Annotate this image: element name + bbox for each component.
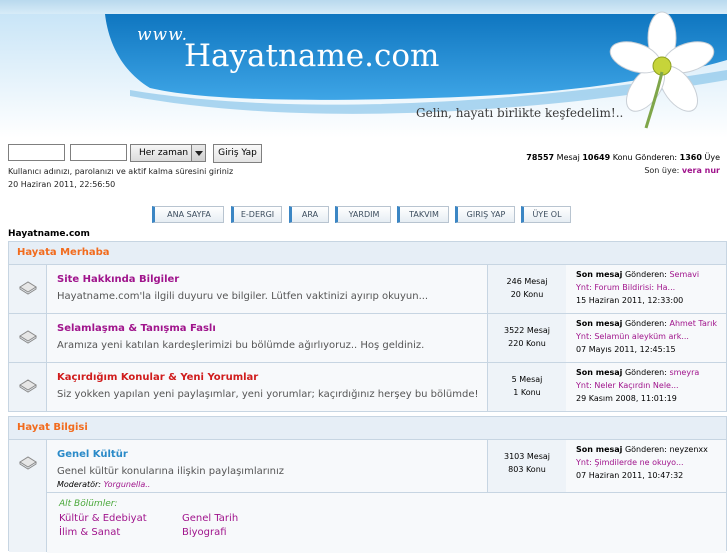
login-button[interactable]: Giriş Yap (213, 144, 262, 163)
last-post-topic-link[interactable]: Ynt: Forum Bildirisi: Ha... (576, 283, 675, 292)
chevron-down-icon[interactable] (191, 145, 205, 161)
newest-member: Son üye: vera nur (644, 166, 720, 175)
board-icon (19, 330, 37, 344)
forum-stats: 78557 Mesaj 10649 Konu Gönderen: 1360 Üy… (526, 153, 720, 162)
post-count: 5 Mesaj (511, 375, 543, 384)
breadcrumb[interactable]: Hayatname.com (8, 229, 90, 239)
category-hayat-bilgisi: Hayat Bilgisi Genel Kültür Genel kültür … (8, 416, 727, 553)
last-post-time: 15 Haziran 2011, 12:33:00 (576, 296, 684, 305)
category-hayata-merhaba: Hayata Merhaba Site Hakkında Bilgiler Ha… (8, 241, 727, 412)
subboards: Alt Bölümler: Kültür & Edebiyat Genel Ta… (47, 492, 726, 553)
stat-topics: 10649 (582, 153, 611, 162)
last-post-author-link[interactable]: Semavi (669, 270, 699, 279)
topic-count: 803 Konu (508, 465, 546, 474)
last-post-sender-label: Gönderen: (624, 270, 667, 279)
stat-topics-label: Konu Gönderen: (612, 153, 678, 162)
nav-register[interactable]: ÜYE OL (521, 206, 571, 223)
category-title[interactable]: Hayata Merhaba (9, 242, 726, 265)
forum-row: Kaçırdığım Konular & Yeni Yorumlar Siz y… (9, 363, 726, 411)
topic-count: 1 Konu (513, 388, 541, 397)
last-post-author-link[interactable]: neyzenxx (669, 445, 707, 454)
nav-login[interactable]: GIRIŞ YAP (455, 206, 515, 223)
last-post-topic-link[interactable]: Ynt: Neler Kaçırdın Nele... (576, 381, 679, 390)
site-header: www. Hayatname.com Gelin, hayatı birlikt… (0, 0, 727, 138)
forum-title-link[interactable]: Genel Kültür (57, 449, 128, 460)
newest-member-label: Son üye: (644, 166, 680, 175)
forum-title-link[interactable]: Kaçırdığım Konular & Yeni Yorumlar (57, 372, 258, 383)
last-post-label: Son mesaj (576, 319, 623, 328)
stat-members: 1360 (679, 153, 702, 162)
last-post-sender-label: Gönderen: (624, 368, 667, 377)
nav-calendar[interactable]: TAKVIM (397, 206, 449, 223)
subboard-link[interactable]: Genel Tarih (182, 513, 332, 524)
forum-title-link[interactable]: Selamlaşma & Tanışma Faslı (57, 323, 216, 334)
category-title[interactable]: Hayat Bilgisi (9, 417, 726, 440)
stat-messages: 78557 (526, 153, 555, 162)
last-post-time: 29 Kasım 2008, 11:01:19 (576, 394, 677, 403)
forum-description: Siz yokken yapılan yeni paylaşımlar, yen… (57, 389, 479, 400)
last-post-time: 07 Mayıs 2011, 12:45:15 (576, 345, 676, 354)
moderator-label: Moderatör: (57, 480, 102, 489)
forum-description: Hayatname.com'la ilgili duyuru ve bilgil… (57, 291, 429, 302)
session-length-value: Her zaman (139, 148, 189, 158)
server-time: 20 Haziran 2011, 22:56:50 (8, 180, 116, 189)
last-post-sender-label: Gönderen: (624, 445, 667, 454)
board-icon (19, 456, 37, 470)
topic-count: 220 Konu (508, 339, 546, 348)
site-slogan: Gelin, hayatı birlikte keşfedelim!.. (416, 106, 624, 120)
forum-moderators: Moderatör: Yorgunella.. (57, 480, 150, 489)
password-input[interactable] (70, 144, 127, 161)
last-post: Son mesaj Gönderen: Semavi Ynt: Forum Bi… (566, 265, 726, 313)
stat-members-label: Üye (704, 153, 720, 162)
subboards-label: Alt Bölümler: (59, 499, 118, 509)
forum-row: Selamlaşma & Tanışma Faslı Aramıza yeni … (9, 314, 726, 363)
last-post-label: Son mesaj (576, 368, 623, 377)
board-icon (19, 281, 37, 295)
stat-messages-label: Mesaj (556, 153, 580, 162)
last-post-label: Son mesaj (576, 270, 623, 279)
topic-count: 20 Konu (510, 290, 544, 299)
flower-logo-icon (609, 11, 715, 129)
last-post: Son mesaj Gönderen: smeyra Ynt: Neler Ka… (566, 363, 726, 411)
forum-title-link[interactable]: Site Hakkında Bilgiler (57, 274, 179, 285)
last-post-author-link[interactable]: smeyra (669, 368, 699, 377)
forum-row: Genel Kültür Genel kültür konularına ili… (9, 440, 726, 553)
nav-search[interactable]: ARA (289, 206, 329, 223)
last-post-time: 07 Haziran 2011, 10:47:32 (576, 471, 684, 480)
last-post-topic-link[interactable]: Ynt: Selamün aleyküm ark... (576, 332, 689, 341)
post-count: 3522 Mesaj (503, 326, 551, 335)
nav-home[interactable]: ANA SAYFA (152, 206, 224, 223)
last-post: Son mesaj Gönderen: neyzenxx Ynt: Şimdil… (566, 440, 726, 492)
subboard-link[interactable]: Biyografi (182, 527, 332, 538)
login-hint: Kullanıcı adınızı, parolanızı ve aktif k… (8, 167, 234, 176)
site-logo-text[interactable]: Hayatname.com (184, 38, 439, 74)
forum-description: Aramıza yeni katılan kardeşlerimizi bu b… (57, 340, 425, 351)
forum-row: Site Hakkında Bilgiler Hayatname.com'la … (9, 265, 726, 314)
header-www-text: www. (137, 25, 189, 45)
board-icon (19, 379, 37, 393)
last-post-topic-link[interactable]: Ynt: Şimdilerde ne okuyo... (576, 458, 684, 467)
last-post-author-link[interactable]: Ahmet Tarık (669, 319, 717, 328)
post-count: 246 Mesaj (506, 277, 548, 286)
post-count: 3103 Mesaj (503, 452, 551, 461)
last-post-sender-label: Gönderen: (624, 319, 667, 328)
forum-description: Genel kültür konularına ilişkin paylaşım… (57, 466, 284, 477)
nav-edergi[interactable]: E-DERGI (231, 206, 282, 223)
newest-member-link[interactable]: vera nur (682, 166, 720, 175)
session-length-select[interactable]: Her zaman (130, 144, 206, 162)
nav-help[interactable]: YARDIM (335, 206, 391, 223)
moderator-link[interactable]: Yorgunella.. (104, 480, 151, 489)
username-input[interactable] (8, 144, 65, 161)
last-post-label: Son mesaj (576, 445, 623, 454)
last-post: Son mesaj Gönderen: Ahmet Tarık Ynt: Sel… (566, 314, 726, 362)
